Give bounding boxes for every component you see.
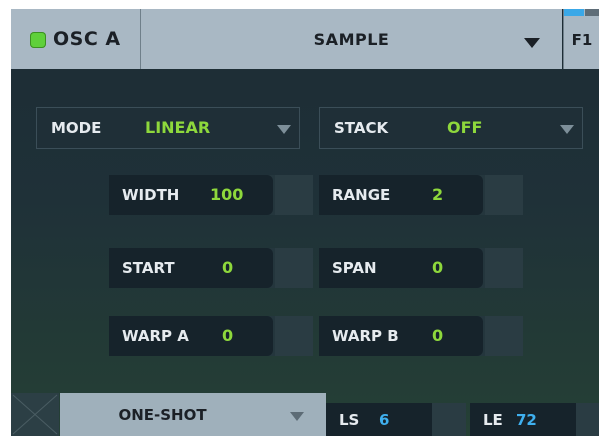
start-value: 0: [222, 258, 234, 277]
warp-a-label: WARP A: [122, 327, 189, 345]
span-knob[interactable]: SPAN 0: [319, 248, 523, 288]
loop-start-field[interactable]: LS 6: [326, 403, 432, 436]
knob-extension: [485, 175, 523, 215]
span-value: 0: [432, 258, 444, 277]
span-label: SPAN: [332, 259, 377, 277]
filter-label: F1: [571, 31, 593, 49]
osc-a-panel: OSC A SAMPLE F1 MODE LINEAR STACK OFF WI…: [11, 9, 599, 436]
cross-icon: [11, 393, 59, 436]
mode-value: LINEAR: [145, 118, 211, 137]
chevron-down-icon: [277, 125, 291, 134]
warp-a-knob[interactable]: WARP A 0: [109, 316, 313, 356]
sample-label: SAMPLE: [313, 30, 390, 49]
warp-b-value: 0: [432, 326, 444, 345]
field-extension: [432, 403, 466, 436]
chevron-down-icon: [524, 38, 540, 48]
loop-mode-value: ONE-SHOT: [118, 406, 207, 424]
stack-label: STACK: [334, 119, 389, 137]
mode-dropdown[interactable]: MODE LINEAR: [36, 107, 300, 149]
knob-extension: [275, 316, 313, 356]
warp-b-label: WARP B: [332, 327, 399, 345]
width-value: 100: [210, 185, 244, 204]
stack-dropdown[interactable]: STACK OFF: [319, 107, 583, 149]
field-extension: [576, 403, 599, 436]
chevron-down-icon: [290, 412, 304, 421]
filter-route-indicator-off: [585, 9, 599, 16]
range-label: RANGE: [332, 186, 391, 204]
ls-value: 6: [379, 411, 390, 429]
le-label: LE: [483, 411, 503, 429]
warp-a-value: 0: [222, 326, 234, 345]
warp-b-knob[interactable]: WARP B 0: [319, 316, 523, 356]
filter-route-indicator: [564, 9, 584, 16]
osc-title: OSC A: [53, 28, 121, 50]
knob-extension: [485, 248, 523, 288]
range-value: 2: [432, 185, 444, 204]
stack-value: OFF: [447, 118, 483, 137]
chevron-down-icon: [560, 125, 574, 134]
osc-header: OSC A: [11, 9, 141, 69]
loop-mode-dropdown[interactable]: ONE-SHOT: [60, 393, 326, 436]
start-knob[interactable]: START 0: [109, 248, 313, 288]
knob-extension: [485, 316, 523, 356]
sample-selector[interactable]: SAMPLE: [141, 9, 562, 69]
width-label: WIDTH: [122, 186, 180, 204]
osc-enable-toggle[interactable]: [30, 32, 46, 48]
width-knob[interactable]: WIDTH 100: [109, 175, 313, 215]
ls-label: LS: [339, 411, 360, 429]
loop-end-field[interactable]: LE 72: [470, 403, 576, 436]
mode-label: MODE: [51, 119, 102, 137]
knob-extension: [275, 175, 313, 215]
start-label: START: [122, 259, 175, 277]
range-knob[interactable]: RANGE 2: [319, 175, 523, 215]
knob-extension: [275, 248, 313, 288]
le-value: 72: [516, 411, 537, 429]
filter-routing-button[interactable]: F1: [563, 9, 599, 69]
